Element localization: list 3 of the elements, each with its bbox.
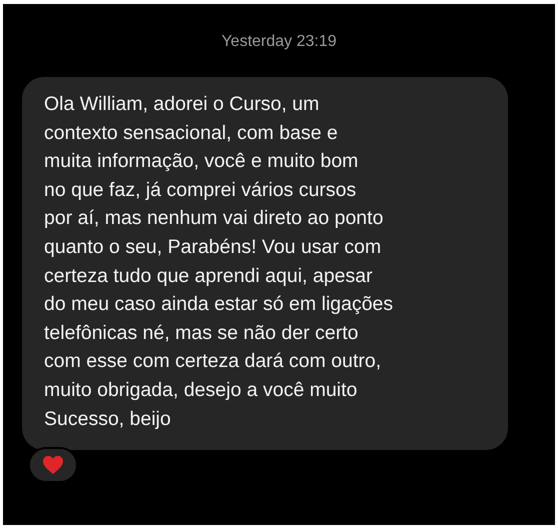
- message-timestamp: Yesterday 23:19: [221, 33, 337, 51]
- message-text: Ola William, adorei o Curso, um contexto sensacional, com base e muita informação, você e muito bom no que faz, já comprei vários cursos por aí, mas nenhum vai direto ao ponto quanto o seu, Parabéns! Vou usar com certeza tudo que aprendi aqui, apesar do meu caso ainda estar só em ligações telefônicas né, mas se não der certo com esse com certeza dará com outro, muito obrigada, desejo a você muito Sucesso, beijo: [44, 92, 394, 432]
- heart-icon: [42, 455, 64, 476]
